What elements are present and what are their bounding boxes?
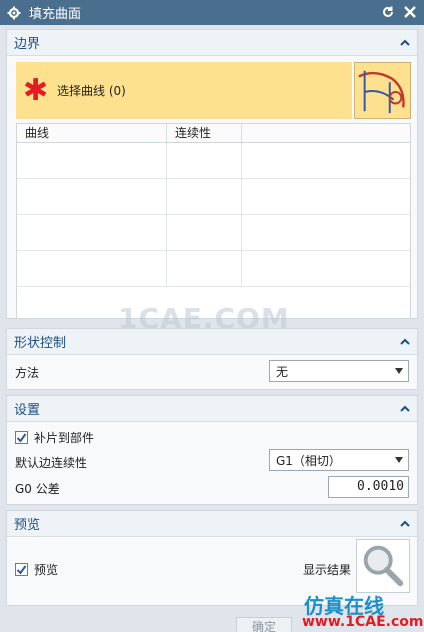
magnifier-icon xyxy=(363,545,404,587)
checkmark-icon xyxy=(16,433,27,443)
default-edge-select[interactable]: G1（相切） xyxy=(269,449,409,471)
checkmark-icon xyxy=(16,565,27,575)
method-label: 方法 xyxy=(15,366,40,380)
shape-control-section: 形状控制 方法 无 xyxy=(6,328,418,390)
table-row[interactable] xyxy=(17,143,410,179)
table-row[interactable] xyxy=(17,215,410,251)
curve-select-button[interactable] xyxy=(354,62,411,119)
chevron-up-icon[interactable] xyxy=(399,37,411,49)
column-header-empty xyxy=(242,124,410,142)
gear-icon[interactable] xyxy=(7,6,21,20)
boundary-header[interactable]: 边界 xyxy=(7,30,417,56)
reset-icon[interactable] xyxy=(380,4,396,20)
dialog-title: 填充曲面 xyxy=(29,7,82,22)
preview-checkbox[interactable] xyxy=(15,563,28,576)
column-header-curve[interactable]: 曲线 xyxy=(17,124,167,142)
patch-to-part-checkbox[interactable] xyxy=(15,431,28,444)
table-row[interactable] xyxy=(17,251,410,287)
preview-header-label: 预览 xyxy=(14,518,41,533)
patch-to-part-row[interactable]: 补片到部件 xyxy=(15,429,94,446)
settings-section: 设置 补片到部件 默认边连续性 G1（相切） G0 公差 0.0010 xyxy=(6,395,418,505)
method-select[interactable]: 无 xyxy=(269,360,409,382)
show-result-label: 显示结果 xyxy=(303,563,352,577)
url-watermark: www.1CAE.com xyxy=(302,614,424,630)
column-header-continuity[interactable]: 连续性 xyxy=(167,124,242,142)
preview-label: 预览 xyxy=(34,563,59,577)
default-edge-label: 默认边连续性 xyxy=(15,456,88,470)
select-curve-label: 选择曲线 (0) xyxy=(57,84,126,98)
dropdown-arrow-icon xyxy=(395,368,403,374)
preview-header[interactable]: 预览 xyxy=(7,511,417,537)
close-icon[interactable] xyxy=(402,4,418,20)
show-result-button[interactable] xyxy=(356,539,410,593)
dropdown-arrow-icon xyxy=(395,457,403,463)
default-edge-value: G1（相切） xyxy=(276,453,341,468)
shape-control-header[interactable]: 形状控制 xyxy=(7,329,417,355)
chevron-up-icon[interactable] xyxy=(399,403,411,415)
preview-row[interactable]: 预览 xyxy=(15,561,58,578)
select-curve-row[interactable]: ✱ 选择曲线 (0) xyxy=(16,62,352,119)
g0-tolerance-input[interactable]: 0.0010 xyxy=(328,476,409,498)
boundary-section: 边界 ✱ 选择曲线 (0) 曲线 连续性 xyxy=(6,29,418,319)
chevron-up-icon[interactable] xyxy=(399,336,411,348)
g0-tolerance-label: G0 公差 xyxy=(15,482,60,496)
curve-table: 曲线 连续性 xyxy=(16,123,411,319)
method-value: 无 xyxy=(276,364,289,379)
patch-to-part-label: 补片到部件 xyxy=(34,431,95,445)
title-bar: 填充曲面 xyxy=(0,0,424,25)
settings-header-label: 设置 xyxy=(14,403,41,418)
required-star-icon: ✱ xyxy=(23,72,49,108)
chevron-up-icon[interactable] xyxy=(399,518,411,530)
shape-control-header-label: 形状控制 xyxy=(14,336,67,351)
curve-icon xyxy=(358,70,405,114)
table-row[interactable] xyxy=(17,179,410,215)
ok-button[interactable]: 确定 xyxy=(236,617,292,632)
settings-header[interactable]: 设置 xyxy=(7,396,417,422)
boundary-header-label: 边界 xyxy=(14,37,41,52)
